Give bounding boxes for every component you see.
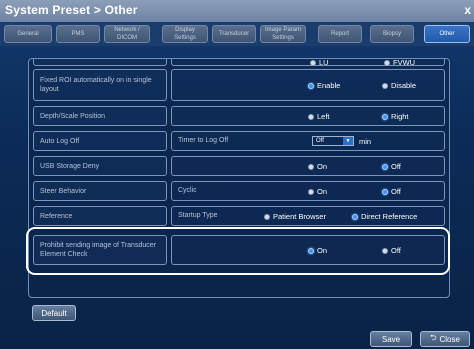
radio-icon	[264, 213, 270, 220]
usb-storage-on[interactable]: On	[308, 162, 327, 171]
timer-unit: min	[359, 137, 372, 146]
row-usb-storage: USB Storage Deny On Off	[33, 156, 445, 176]
tab-transducer[interactable]: Transducer	[212, 25, 256, 43]
title-bar: System Preset > Other x	[0, 0, 474, 23]
row-reference: Reference Startup Type Patient Browser D…	[33, 206, 445, 226]
fixed-roi-disable[interactable]: Disable	[382, 81, 416, 90]
row-fixed-roi: Fixed ROI automatically on in single lay…	[33, 69, 445, 101]
tab-other[interactable]: Other	[424, 25, 470, 43]
reference-value: Startup Type Patient Browser Direct Refe…	[171, 206, 445, 226]
tab-image-param[interactable]: Image Param Settings	[260, 25, 306, 43]
radio-icon	[382, 82, 388, 89]
highlight-frame	[26, 227, 450, 275]
default-button[interactable]: Default	[32, 305, 76, 321]
window-title: System Preset > Other	[5, 3, 138, 17]
radio-icon	[384, 59, 390, 66]
row-steer: Steer Behavior Cyclic On Off	[33, 181, 445, 201]
startup-type-label: Startup Type	[178, 212, 218, 219]
reference-direct[interactable]: Direct Reference	[352, 212, 417, 221]
tab-bar: General PMS Network / DICOM Display Sett…	[0, 22, 474, 46]
close-icon[interactable]: x	[464, 3, 471, 17]
radio-icon	[308, 113, 314, 120]
usb-storage-label: USB Storage Deny	[33, 156, 167, 176]
reference-patient-browser[interactable]: Patient Browser	[264, 212, 326, 221]
tab-biopsy[interactable]: Biopsy	[370, 25, 414, 43]
radio-selected-icon	[308, 82, 314, 89]
tab-display-settings[interactable]: Display Settings	[162, 25, 208, 43]
radio-selected-icon	[352, 213, 358, 220]
cyclic-label: Cyclic	[178, 187, 197, 194]
row-depth-scale: Depth/Scale Position Left Right	[33, 106, 445, 126]
tab-network-dicom[interactable]: Network / DICOM	[104, 25, 150, 43]
row-partial: LU FVWU	[33, 59, 445, 67]
fixed-roi-value: Enable Disable	[171, 69, 445, 101]
tab-general[interactable]: General	[4, 25, 52, 43]
radio-icon	[310, 59, 316, 66]
radio-selected-icon	[382, 188, 388, 195]
close-button[interactable]: ⮌ Close	[420, 331, 470, 347]
timer-value: Off	[316, 138, 324, 144]
save-button[interactable]: Save	[370, 331, 412, 347]
chevron-down-icon: ▼	[343, 137, 353, 145]
steer-off[interactable]: Off	[382, 187, 401, 196]
timer-label: Timer to Log Off	[178, 137, 229, 144]
option-partial-2[interactable]: FVWU	[384, 59, 415, 67]
system-preset-window: System Preset > Other x General PMS Netw…	[0, 0, 474, 349]
option-partial-1[interactable]: LU	[310, 59, 329, 67]
steer-value: Cyclic On Off	[171, 181, 445, 201]
fixed-roi-label: Fixed ROI automatically on in single lay…	[33, 69, 167, 101]
steer-on[interactable]: On	[308, 187, 327, 196]
usb-storage-off[interactable]: Off	[382, 162, 401, 171]
usb-storage-value: On Off	[171, 156, 445, 176]
depth-scale-value: Left Right	[171, 106, 445, 126]
radio-selected-icon	[382, 113, 388, 120]
radio-icon	[308, 188, 314, 195]
reference-label: Reference	[33, 206, 167, 226]
steer-label: Steer Behavior	[33, 181, 167, 201]
depth-scale-label: Depth/Scale Position	[33, 106, 167, 126]
fixed-roi-enable[interactable]: Enable	[308, 81, 340, 90]
depth-scale-right[interactable]: Right	[382, 112, 409, 121]
auto-logoff-label: Auto Log Off	[33, 131, 167, 151]
radio-icon	[308, 163, 314, 170]
close-arrow-icon: ⮌	[430, 333, 437, 342]
row-label	[33, 59, 167, 66]
tab-report[interactable]: Report	[318, 25, 362, 43]
depth-scale-left[interactable]: Left	[308, 112, 330, 121]
auto-logoff-value: Timer to Log Off Off ▼ min	[171, 131, 445, 151]
row-auto-logoff: Auto Log Off Timer to Log Off Off ▼ min	[33, 131, 445, 151]
tab-pms[interactable]: PMS	[56, 25, 100, 43]
radio-selected-icon	[382, 163, 388, 170]
row-value: LU FVWU	[171, 59, 445, 67]
timer-dropdown[interactable]: Off ▼	[312, 136, 354, 146]
close-button-label: Close	[439, 334, 460, 344]
